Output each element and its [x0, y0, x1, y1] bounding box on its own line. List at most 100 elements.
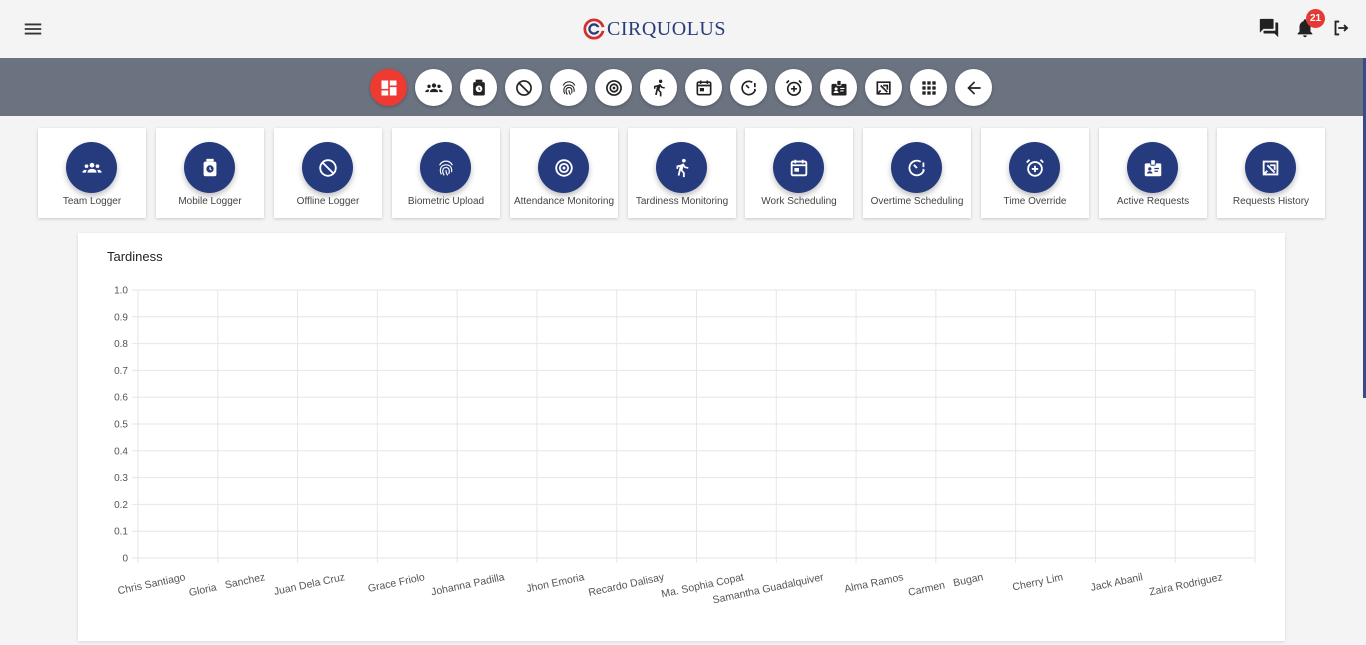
x-tick-label: Grace Friolo — [367, 571, 426, 595]
y-tick-label: 0.6 — [114, 393, 128, 404]
toolbar-time-override-button[interactable] — [775, 69, 812, 106]
chat-icon[interactable] — [1258, 17, 1280, 39]
team-icon — [81, 162, 102, 173]
toolbar-attendance-button[interactable] — [595, 69, 632, 106]
card-label: Team Logger — [62, 196, 122, 207]
mobile-logger-icon — [203, 158, 216, 176]
x-tick-label: Jhon Emoria — [525, 571, 585, 595]
history-icon — [1262, 160, 1278, 175]
fingerprint-icon — [562, 80, 575, 95]
logo-mark-icon — [583, 18, 605, 40]
calendar-icon — [696, 80, 711, 95]
apps-grid-icon — [921, 80, 936, 95]
card-label: Attendance Monitoring — [513, 196, 615, 207]
card-label: Time Override — [1003, 196, 1067, 207]
card-team-logger[interactable]: Team Logger — [38, 128, 146, 218]
menu-icon[interactable] — [22, 18, 44, 40]
y-tick-label: 0.2 — [114, 500, 128, 511]
toolbar-requests-history-button[interactable] — [865, 69, 902, 106]
y-tick-label: 0.3 — [114, 473, 128, 484]
team-icon — [424, 82, 443, 92]
mobile-logger-icon — [472, 79, 485, 95]
toolbar-mobile-logger-button[interactable] — [460, 69, 497, 106]
toolbar-tardiness-button[interactable] — [640, 69, 677, 106]
card-requests-history[interactable]: Requests History — [1217, 128, 1325, 218]
toolbar-apps-button[interactable] — [910, 69, 947, 106]
card-label: Offline Logger — [296, 196, 360, 207]
y-tick-label: 0.9 — [114, 312, 128, 323]
card-overtime-scheduling[interactable]: Overtime Scheduling — [863, 128, 971, 218]
badge-icon — [831, 79, 846, 95]
x-tick-label: Recardo Dalisay — [587, 571, 666, 599]
x-tick-label: Chris Santiago — [117, 571, 187, 597]
alarm-add-icon — [785, 79, 802, 96]
toolbar-offline-button[interactable] — [505, 69, 542, 106]
y-tick-label: 0.5 — [114, 420, 128, 431]
tardiness-chart: 0 0.1 0.2 0.3 0.4 0.5 0.6 0.7 0.8 0.9 1.0 Chris San… — [114, 286, 1256, 606]
card-mobile-logger[interactable]: Mobile Logger — [156, 128, 264, 218]
card-work-scheduling[interactable]: Work Scheduling — [745, 128, 853, 218]
top-header: CIRQUOLUS 21 — [0, 0, 1366, 58]
module-toolbar — [0, 58, 1366, 116]
card-icon-circle — [1127, 142, 1178, 193]
y-tick-label: 0.4 — [114, 446, 128, 457]
running-icon — [676, 158, 688, 177]
card-icon-circle — [656, 142, 707, 193]
back-arrow-icon — [966, 80, 981, 95]
card-tardiness-monitoring[interactable]: Tardiness Monitoring — [628, 128, 736, 218]
toolbar-dashboard-button[interactable] — [370, 69, 407, 106]
x-tick-label: Alma Ramos — [843, 571, 904, 595]
x-tick-label: Gloria Sanchez — [188, 571, 266, 599]
x-tick-label: Zaira Rodriguez — [1148, 571, 1224, 598]
card-biometric-upload[interactable]: Biometric Upload — [392, 128, 500, 218]
card-label: Tardiness Monitoring — [635, 196, 729, 207]
y-tick-label: 0.8 — [114, 339, 128, 350]
x-tick-label: Jack Abanil — [1089, 571, 1143, 594]
toolbar-overtime-button[interactable] — [730, 69, 767, 106]
logout-icon[interactable] — [1330, 17, 1352, 39]
toolbar-active-requests-button[interactable] — [820, 69, 857, 106]
x-tick-label: Juan Dela Cruz — [273, 571, 346, 598]
card-icon-circle — [1009, 142, 1060, 193]
card-time-override[interactable]: Time Override — [981, 128, 1089, 218]
fingerprint-icon — [438, 160, 453, 176]
card-icon-circle — [773, 142, 824, 193]
x-tick-label: Carmen Bugan — [907, 571, 984, 599]
card-icon-circle — [891, 142, 942, 193]
target-icon — [554, 158, 573, 177]
alarm-add-icon — [1025, 158, 1044, 177]
card-icon-circle — [66, 142, 117, 193]
y-tick-label: 0.7 — [114, 366, 128, 377]
card-label: Work Scheduling — [761, 196, 837, 207]
offline-icon — [515, 79, 532, 96]
running-icon — [653, 79, 665, 96]
card-label: Biometric Upload — [407, 196, 485, 207]
card-icon-circle — [1245, 142, 1296, 193]
tardiness-chart-panel: Tardiness 0 0.1 0.2 0.3 0.4 0.5 0.6 0.7 0.8 0.9 1.… — [78, 233, 1285, 641]
toolbar-fingerprint-button[interactable] — [550, 69, 587, 106]
toolbar-team-button[interactable] — [415, 69, 452, 106]
notification-badge: 21 — [1306, 9, 1325, 28]
y-tick-label: 1.0 — [114, 286, 128, 297]
card-icon-circle — [420, 142, 471, 193]
card-icon-circle — [538, 142, 589, 193]
y-tick-label: 0 — [122, 554, 128, 565]
logo-text: CIRQUOLUS — [607, 17, 726, 40]
x-tick-label: Cherry Lim — [1011, 571, 1064, 593]
card-attendance-monitoring[interactable]: Attendance Monitoring — [510, 128, 618, 218]
calendar-icon — [790, 159, 807, 176]
history-icon — [876, 80, 891, 95]
x-tick-label: Johanna Padilla — [430, 571, 506, 598]
card-active-requests[interactable]: Active Requests — [1099, 128, 1207, 218]
card-icon-circle — [302, 142, 353, 193]
toolbar-back-button[interactable] — [955, 69, 992, 106]
card-label: Active Requests — [1116, 196, 1190, 207]
target-icon — [605, 79, 622, 96]
card-offline-logger[interactable]: Offline Logger — [274, 128, 382, 218]
y-tick-label: 0.1 — [114, 527, 128, 538]
overtime-icon — [908, 159, 925, 176]
toolbar-calendar-button[interactable] — [685, 69, 722, 106]
app-logo: CIRQUOLUS — [583, 16, 726, 42]
badge-icon — [1144, 158, 1161, 176]
overtime-icon — [740, 80, 756, 95]
